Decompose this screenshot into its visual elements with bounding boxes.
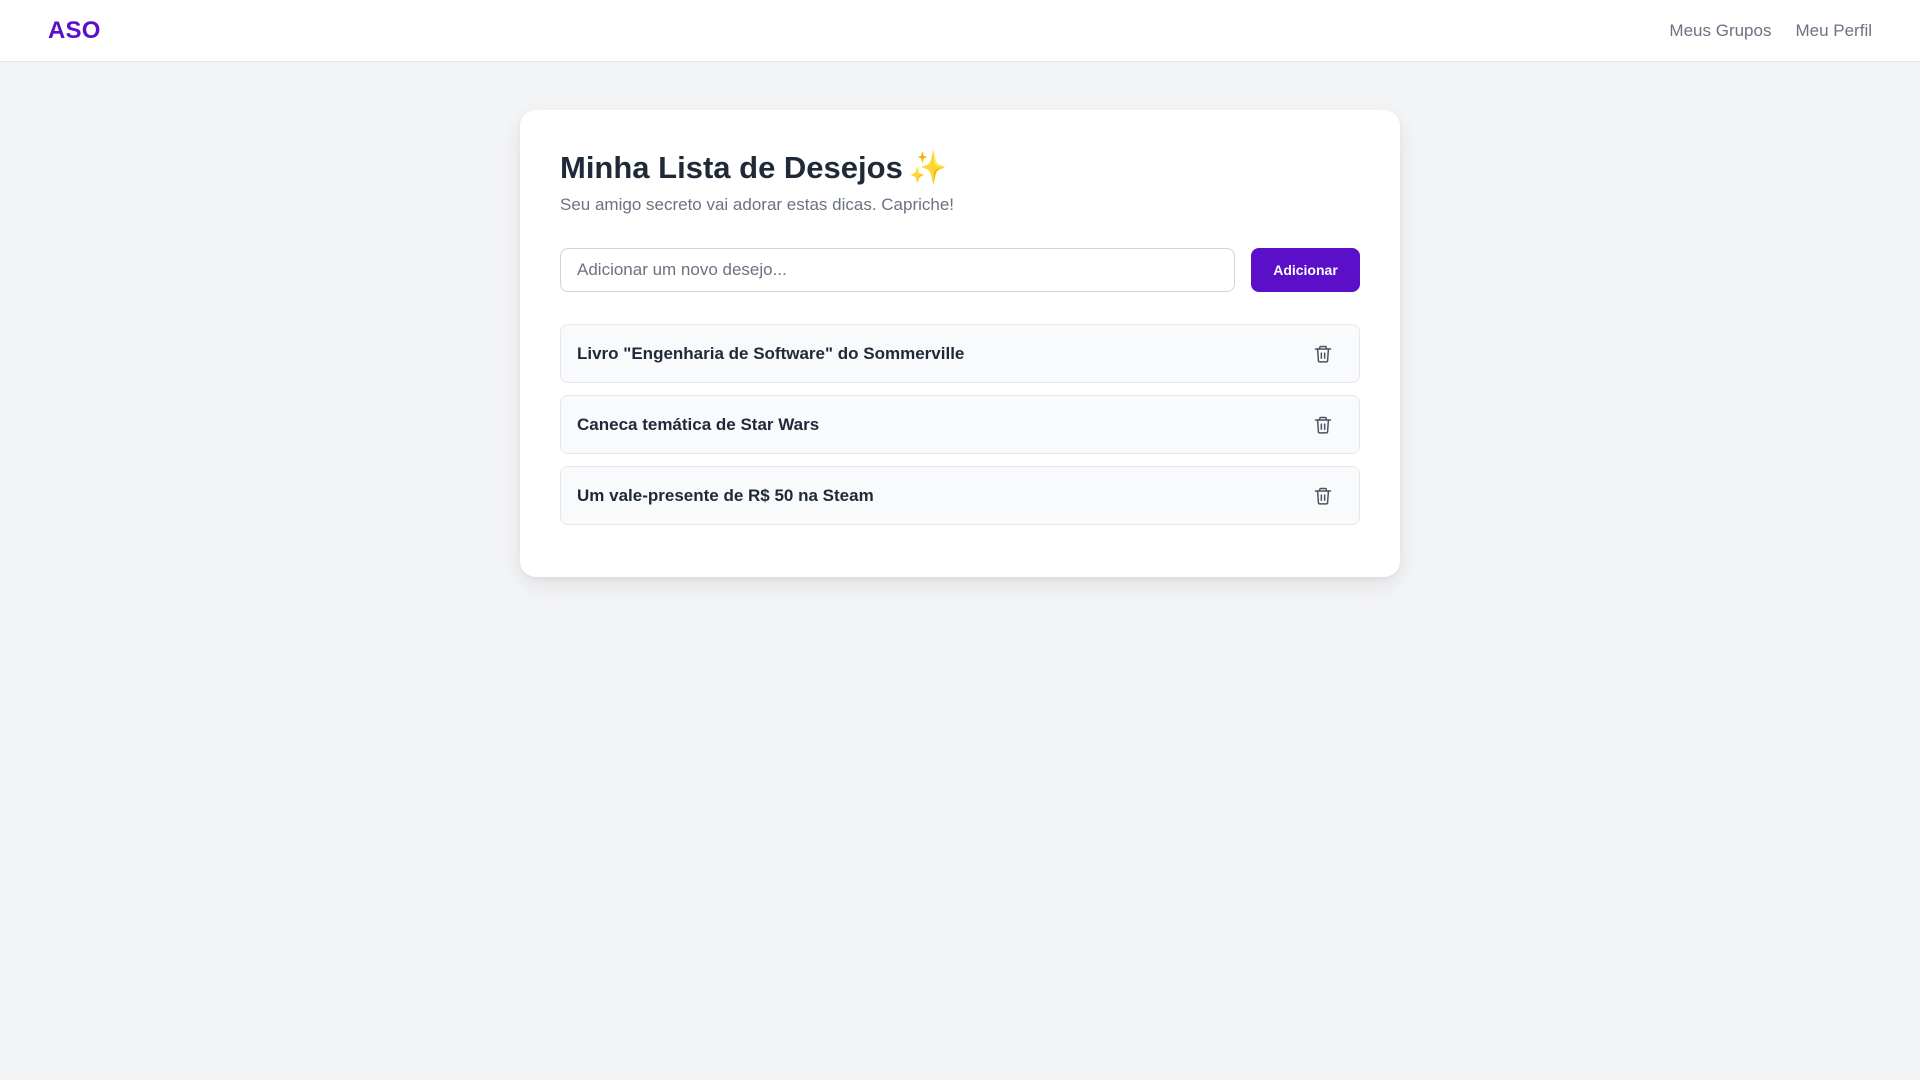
trash-icon [1314, 416, 1332, 434]
page-title: Minha Lista de Desejos ✨ [560, 150, 1360, 186]
delete-wish-button[interactable] [1305, 478, 1341, 514]
top-navbar: ASO Meus Grupos Meu Perfil [0, 0, 1920, 62]
brand-logo[interactable]: ASO [48, 0, 101, 61]
delete-wish-button[interactable] [1305, 407, 1341, 443]
page-subtitle: Seu amigo secreto vai adorar estas dicas… [560, 195, 955, 214]
page-title-text: Minha Lista de Desejos [560, 150, 903, 185]
wish-list-item: Caneca temática de Star Wars [560, 395, 1360, 454]
add-wish-form: Adicionar [560, 248, 1360, 292]
trash-icon [1314, 345, 1332, 363]
wish-list-item: Livro "Engenharia de Software" do Sommer… [560, 324, 1360, 383]
wish-list: Livro "Engenharia de Software" do Sommer… [560, 324, 1360, 525]
nav-links: Meus Grupos Meu Perfil [1669, 0, 1872, 61]
delete-wish-button[interactable] [1305, 336, 1341, 372]
new-wish-input[interactable] [560, 248, 1235, 292]
trash-icon [1314, 487, 1332, 505]
wish-item-text: Livro "Engenharia de Software" do Sommer… [577, 343, 965, 363]
nav-link-meus-grupos[interactable]: Meus Grupos [1669, 21, 1771, 41]
add-wish-button[interactable]: Adicionar [1251, 248, 1360, 292]
nav-link-meu-perfil[interactable]: Meu Perfil [1795, 21, 1872, 41]
wish-item-text: Um vale-presente de R$ 50 na Steam [577, 485, 874, 505]
wishlist-card: Minha Lista de Desejos ✨ Seu amigo secret… [520, 110, 1400, 577]
wish-list-item: Um vale-presente de R$ 50 na Steam [560, 466, 1360, 525]
wish-item-text: Caneca temática de Star Wars [577, 414, 820, 434]
sparkles-icon: ✨ [908, 150, 948, 185]
